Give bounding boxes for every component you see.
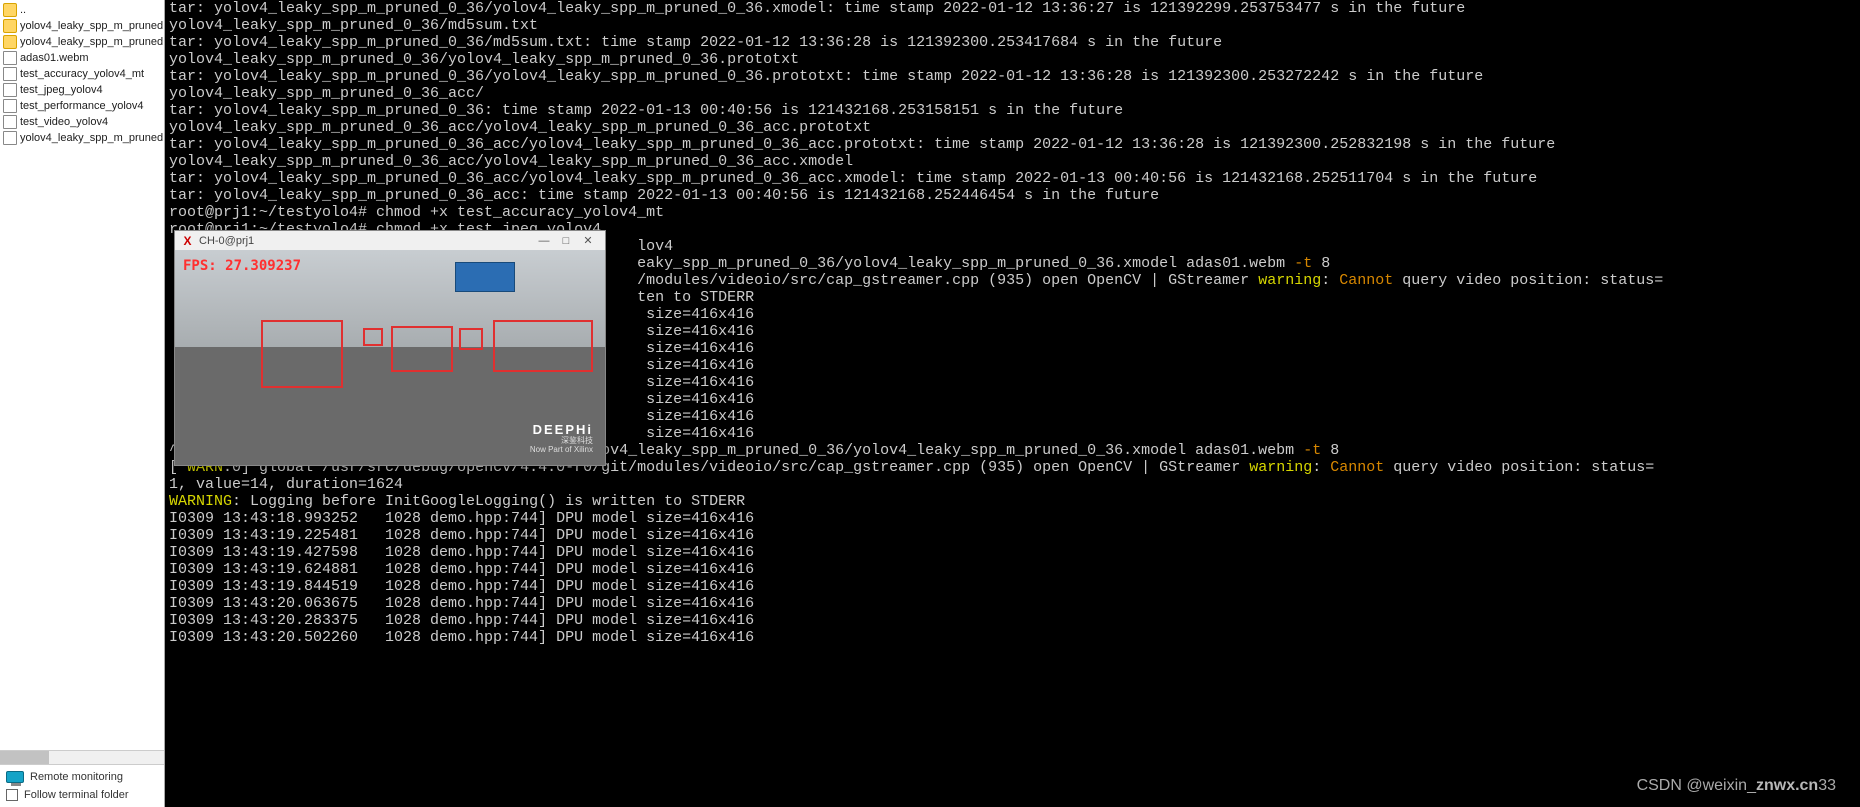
terminal-line: yolov4_leaky_spp_m_pruned_0_36_acc/yolov… (169, 153, 1856, 170)
file-icon (3, 51, 17, 65)
folder-icon (3, 3, 17, 17)
terminal-line: I0309 13:43:20.283375 1028 demo.hpp:744]… (169, 612, 1856, 629)
detection-bbox (261, 320, 343, 388)
file-row[interactable]: test_jpeg_yolov4 (0, 82, 164, 98)
file-row[interactable]: .. (0, 2, 164, 18)
file-label: test_performance_yolov4 (20, 100, 144, 112)
minimize-button[interactable]: — (533, 235, 555, 247)
follow-terminal-label: Follow terminal folder (24, 789, 129, 801)
terminal-line: tar: yolov4_leaky_spp_m_pruned_0_36/md5s… (169, 34, 1856, 51)
scrollbar-thumb[interactable] (0, 751, 49, 764)
brand-overlay: DEEPHi 深鉴科技 Now Part of Xilinx (530, 423, 593, 455)
file-row[interactable]: test_performance_yolov4 (0, 98, 164, 114)
file-label: yolov4_leaky_spp_m_pruned... (20, 36, 164, 48)
watermark-logo: znwx.cn (1756, 777, 1818, 794)
terminal-line: tar: yolov4_leaky_spp_m_pruned_0_36: tim… (169, 102, 1856, 119)
close-button[interactable]: ✕ (577, 234, 599, 247)
remote-monitoring-label: Remote monitoring (30, 771, 123, 783)
terminal-line: tar: yolov4_leaky_spp_m_pruned_0_36/yolo… (169, 68, 1856, 85)
terminal-line: I0309 13:43:19.225481 1028 demo.hpp:744]… (169, 527, 1856, 544)
video-window-title: CH-0@prj1 (199, 235, 254, 247)
file-label: test_video_yolov4 (20, 116, 108, 128)
follow-checkbox[interactable] (6, 789, 18, 801)
maximize-button[interactable]: □ (555, 235, 577, 247)
file-icon (3, 99, 17, 113)
monitor-icon (6, 771, 24, 783)
file-label: adas01.webm (20, 52, 89, 64)
video-window[interactable]: X CH-0@prj1 — □ ✕ FPS: 27.309237 DEEPHi … (174, 230, 606, 466)
video-frame: FPS: 27.309237 DEEPHi 深鉴科技 Now Part of X… (175, 250, 605, 465)
brand-sub2: Now Part of Xilinx (530, 446, 593, 455)
folder-icon (3, 35, 17, 49)
fps-overlay: FPS: 27.309237 (183, 258, 301, 274)
terminal-line: tar: yolov4_leaky_spp_m_pruned_0_36_acc/… (169, 136, 1856, 153)
watermark-csdn: CSDN @weixin_ (1637, 777, 1756, 794)
watermark-tail: 33 (1818, 777, 1836, 794)
detection-bbox (363, 328, 383, 346)
file-icon (3, 115, 17, 129)
x-app-icon: X (181, 234, 194, 247)
terminal-line: tar: yolov4_leaky_spp_m_pruned_0_36_acc:… (169, 187, 1856, 204)
terminal-line: root@prj1:~/testyolo4# chmod +x test_acc… (169, 204, 1856, 221)
file-row[interactable]: yolov4_leaky_spp_m_pruned... (0, 34, 164, 50)
terminal-line: tar: yolov4_leaky_spp_m_pruned_0_36/yolo… (169, 0, 1856, 17)
sidebar-footer: Remote monitoring Follow terminal folder (0, 764, 164, 807)
file-label: .. (20, 4, 26, 16)
file-label: test_jpeg_yolov4 (20, 84, 103, 96)
video-window-titlebar[interactable]: X CH-0@prj1 — □ ✕ (175, 231, 605, 250)
terminal-line: yolov4_leaky_spp_m_pruned_0_36_acc/ (169, 85, 1856, 102)
detection-bbox (493, 320, 593, 372)
file-icon (3, 83, 17, 97)
terminal-line: I0309 13:43:19.844519 1028 demo.hpp:744]… (169, 578, 1856, 595)
file-list: .. yolov4_leaky_spp_m_pruned... yolov4_lea… (0, 0, 164, 750)
folder-icon (3, 19, 17, 33)
terminal-line: tar: yolov4_leaky_spp_m_pruned_0_36_acc/… (169, 170, 1856, 187)
terminal-line: yolov4_leaky_spp_m_pruned_0_36/yolov4_le… (169, 51, 1856, 68)
detection-bbox (391, 326, 453, 372)
file-label: yolov4_leaky_spp_m_pruned... (20, 20, 164, 32)
file-row[interactable]: test_accuracy_yolov4_mt (0, 66, 164, 82)
terminal-line: I0309 13:43:20.063675 1028 demo.hpp:744]… (169, 595, 1856, 612)
terminal-line: I0309 13:43:19.624881 1028 demo.hpp:744]… (169, 561, 1856, 578)
file-label: yolov4_leaky_spp_m_pruned... (20, 132, 164, 144)
terminal-line: 1, value=14, duration=1624 (169, 476, 1856, 493)
file-row[interactable]: yolov4_leaky_spp_m_pruned... (0, 130, 164, 146)
file-row[interactable]: yolov4_leaky_spp_m_pruned... (0, 18, 164, 34)
terminal-line: I0309 13:43:19.427598 1028 demo.hpp:744]… (169, 544, 1856, 561)
file-row[interactable]: adas01.webm (0, 50, 164, 66)
horizontal-scrollbar[interactable] (0, 750, 164, 764)
file-panel: .. yolov4_leaky_spp_m_pruned... yolov4_lea… (0, 0, 165, 807)
file-label: test_accuracy_yolov4_mt (20, 68, 144, 80)
file-icon (3, 67, 17, 81)
file-row[interactable]: test_video_yolov4 (0, 114, 164, 130)
file-icon (3, 131, 17, 145)
detection-bbox (459, 328, 483, 350)
road-sign (455, 262, 515, 292)
terminal-line: I0309 13:43:18.993252 1028 demo.hpp:744]… (169, 510, 1856, 527)
terminal-line: yolov4_leaky_spp_m_pruned_0_36/md5sum.tx… (169, 17, 1856, 34)
terminal-line: yolov4_leaky_spp_m_pruned_0_36_acc/yolov… (169, 119, 1856, 136)
terminal-line: WARNING: Logging before InitGoogleLoggin… (169, 493, 1856, 510)
terminal-line: I0309 13:43:20.502260 1028 demo.hpp:744]… (169, 629, 1856, 646)
watermark: CSDN @weixin_znwx.cn33 (1637, 777, 1836, 795)
